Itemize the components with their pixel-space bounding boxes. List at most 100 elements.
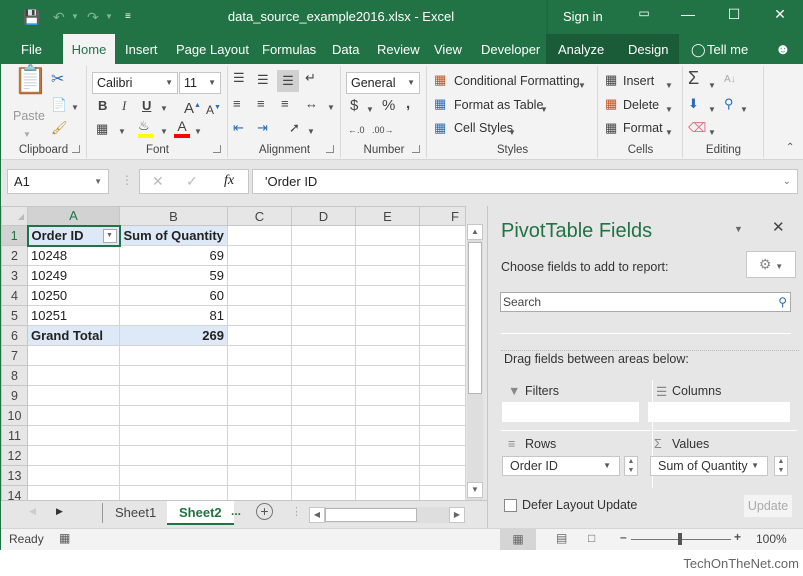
cell-b5[interactable]: 81 <box>119 305 228 326</box>
row-header[interactable]: 8 <box>1 365 28 386</box>
cell[interactable] <box>291 345 356 366</box>
cell[interactable] <box>227 465 292 486</box>
row-header[interactable]: 3 <box>1 265 28 286</box>
format-cells-button[interactable]: Format <box>623 121 663 135</box>
cell[interactable] <box>291 425 356 446</box>
cell[interactable] <box>227 325 292 346</box>
cell[interactable] <box>227 225 292 246</box>
cell[interactable] <box>355 285 420 306</box>
conditional-formatting-icon[interactable]: ▦ <box>434 72 446 88</box>
cell[interactable] <box>355 385 420 406</box>
new-sheet-icon[interactable]: + <box>256 503 273 520</box>
autosum-dropdown-icon[interactable]: ▼ <box>708 78 716 94</box>
merge-center-icon[interactable]: ↔ <box>305 96 318 112</box>
cell[interactable] <box>291 385 356 406</box>
enter-icon[interactable]: ✓ <box>186 173 198 190</box>
cell[interactable] <box>27 445 120 466</box>
macro-recording-icon[interactable]: ▦ <box>59 531 70 545</box>
delete-dropdown-icon[interactable]: ▼ <box>665 102 673 118</box>
find-select-icon[interactable]: ⚲ <box>724 96 734 112</box>
cell[interactable] <box>291 325 356 346</box>
font-size-combo[interactable]: 11 ▼ <box>179 72 221 94</box>
column-header[interactable]: B <box>119 206 228 226</box>
close-icon[interactable]: ✕ <box>765 6 795 23</box>
columns-drop-area[interactable] <box>648 402 790 422</box>
increase-font-icon[interactable]: A▲ <box>184 98 201 117</box>
column-header[interactable]: E <box>355 206 420 226</box>
cell-b3[interactable]: 59 <box>119 265 228 286</box>
format-as-table-icon[interactable]: ▦ <box>434 96 446 112</box>
cell[interactable] <box>355 245 420 266</box>
percent-button[interactable]: % <box>382 98 395 114</box>
cell[interactable] <box>27 425 120 446</box>
chevron-down-icon[interactable]: ▼ <box>94 170 102 193</box>
select-all-button[interactable]: ◢ <box>1 206 28 226</box>
cell[interactable] <box>227 265 292 286</box>
defer-layout-checkbox[interactable] <box>504 499 517 512</box>
underline-dropdown-icon[interactable]: ▼ <box>160 101 168 117</box>
formula-bar-grip-icon[interactable]: ⋮ <box>121 173 133 187</box>
zoom-in-icon[interactable]: + <box>734 530 741 544</box>
tab-page-layout[interactable]: Page Layout <box>168 34 257 64</box>
column-header[interactable]: A <box>27 206 120 227</box>
row-header[interactable]: 6 <box>1 325 28 346</box>
cell[interactable] <box>291 465 356 486</box>
ribbon-display-icon[interactable]: ▭ <box>629 6 659 20</box>
tab-view[interactable]: View <box>426 34 470 64</box>
horizontal-scrollbar[interactable]: ◀ ▶ <box>309 507 465 523</box>
vertical-scrollbar[interactable]: ▲ ▼ <box>467 224 483 500</box>
filter-dropdown-icon[interactable]: ▼ <box>102 228 117 243</box>
cell[interactable] <box>27 385 120 406</box>
cell[interactable] <box>119 385 228 406</box>
tab-design[interactable]: Design <box>620 34 676 64</box>
scroll-left-icon[interactable]: ◀ <box>309 507 325 523</box>
cell[interactable] <box>27 365 120 386</box>
row-header[interactable]: 13 <box>1 465 28 486</box>
decrease-indent-icon[interactable]: ⇤ <box>233 120 244 136</box>
cell[interactable] <box>119 345 228 366</box>
column-header[interactable]: F <box>419 206 466 226</box>
sort-filter-icon[interactable]: A↓ <box>724 72 736 88</box>
font-launcher-icon[interactable] <box>213 145 221 153</box>
cell[interactable] <box>419 405 466 426</box>
cell[interactable] <box>291 445 356 466</box>
cell-a5[interactable]: 10251 <box>27 305 120 326</box>
column-header[interactable]: C <box>227 206 292 226</box>
cell[interactable] <box>419 465 466 486</box>
row-header[interactable]: 11 <box>1 425 28 446</box>
row-header[interactable]: 4 <box>1 285 28 306</box>
align-center-icon[interactable]: ≡ <box>257 96 265 112</box>
vertical-scroll-thumb[interactable] <box>468 242 482 394</box>
decrease-font-icon[interactable]: A▼ <box>206 100 221 118</box>
conditional-formatting-dropdown-icon[interactable]: ▼ <box>578 78 586 94</box>
fill-icon[interactable]: ⬇ <box>688 96 699 112</box>
wrap-text-icon[interactable]: ↵ <box>305 70 316 86</box>
fill-dropdown-icon[interactable]: ▼ <box>708 102 716 118</box>
autosum-icon[interactable]: Σ <box>688 69 699 87</box>
cell[interactable] <box>419 425 466 446</box>
merge-dropdown-icon[interactable]: ▼ <box>327 100 335 116</box>
paste-dropdown-icon[interactable]: ▼ <box>23 127 31 143</box>
orientation-icon[interactable]: ➚ <box>289 120 300 136</box>
zoom-out-icon[interactable]: – <box>620 530 627 544</box>
cell[interactable] <box>27 345 120 366</box>
cell[interactable] <box>291 265 356 286</box>
cell[interactable] <box>355 265 420 286</box>
collapse-ribbon-icon[interactable]: ⌃ <box>786 140 794 156</box>
decrease-decimal-icon[interactable]: .00→ <box>372 122 394 138</box>
comma-button[interactable]: , <box>406 96 410 112</box>
delete-cells-icon[interactable]: ▦ <box>605 96 617 112</box>
align-top-icon[interactable]: ☰ <box>233 70 245 86</box>
cell[interactable] <box>419 365 466 386</box>
prev-sheet-icon[interactable]: ◀ <box>29 506 36 517</box>
chevron-down-icon[interactable]: ▼ <box>751 457 759 475</box>
zoom-slider-thumb[interactable] <box>678 533 682 545</box>
clipboard-launcher-icon[interactable] <box>72 145 80 153</box>
cell[interactable] <box>27 405 120 426</box>
cell[interactable] <box>227 425 292 446</box>
sheet-tab-sheet2[interactable]: Sheet2 <box>167 501 234 525</box>
splitter[interactable] <box>501 350 799 351</box>
insert-function-button[interactable]: fx <box>224 173 234 189</box>
cell[interactable] <box>355 465 420 486</box>
bold-button[interactable]: B <box>98 98 107 114</box>
